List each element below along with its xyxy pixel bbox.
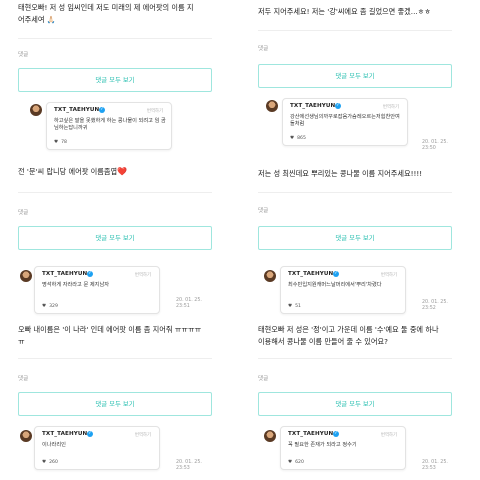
view-all-comments-button[interactable]: 댓글 모두 보기	[18, 226, 212, 250]
timestamp: 20. 01. 25. 23:51	[176, 298, 202, 309]
question-line: 어주세여 🙏🏻	[18, 15, 56, 24]
divider	[258, 358, 452, 359]
reply-bubble: TXT_TAEHYUN ✓ 번역하기 하고싶은 말을 못했하게 하는 콩나물이 …	[46, 102, 172, 150]
like-count[interactable]: ♥ 260	[42, 460, 58, 465]
verified-badge-icon: ✓	[99, 107, 105, 113]
heart-icon[interactable]: ♥	[42, 304, 46, 309]
divider	[18, 192, 212, 193]
timestamp: 20. 01. 25. 23:50	[422, 140, 448, 151]
timestamp: 20. 01. 25. 23:52	[422, 300, 448, 311]
translate-link[interactable]: 번역하기	[135, 272, 151, 278]
heart-icon[interactable]: ♥	[54, 140, 58, 145]
verified-badge-icon: ✓	[87, 431, 93, 437]
like-count[interactable]: ♥ 865	[290, 136, 306, 141]
like-count-value: 78	[61, 140, 67, 145]
like-count-value: 620	[295, 460, 304, 465]
question-line: ㅠ	[18, 337, 25, 346]
reply-bubble: TXT_TAEHYUN ✓ 번역하기 강산에선생님의까꾸로잡음가슴레오르는저힘찬…	[282, 98, 408, 146]
view-all-comments-button[interactable]: 댓글 모두 보기	[258, 64, 452, 88]
reply-text: 하고싶은 말을 못했하게 하는 콩나물이 되려고 임 곰님하는답니까귀	[54, 118, 166, 131]
comment-card-3: 전 '문'씨 랍니당 에어팟 이름좀엽❤️ 댓글 댓글 모두 보기 TXT_TA…	[0, 160, 240, 320]
avatar[interactable]	[264, 430, 276, 442]
like-count[interactable]: ♥ 620	[288, 460, 304, 465]
timestamp: 20. 01. 25. 23:53	[176, 460, 202, 471]
divider	[18, 358, 212, 359]
question-line: 오빠 내이름은 '이 나라' 인데 에어팟 이름 좀 지어줘 ㅠㅠㅠㅠ	[18, 325, 202, 334]
question-line: 저는 성 최씬데요 뿌리있는 콩나물 이름 지어주세요!!!!	[258, 169, 423, 178]
username[interactable]: TXT_TAEHYUN	[288, 431, 333, 437]
like-count[interactable]: ♥ 78	[54, 140, 67, 145]
reply-text: 명석하게 자라라고 문 제지남자	[42, 282, 109, 288]
translate-link[interactable]: 번역하기	[381, 432, 397, 438]
heart-emoji-icon: ❤️	[117, 167, 128, 176]
heart-icon[interactable]: ♥	[42, 460, 46, 465]
username[interactable]: TXT_TAEHYUN	[288, 271, 333, 277]
question-line: 태현오빠! 저 성 임씨인데 저도 미래의 제 에어팟의 이름 지	[18, 3, 194, 12]
divider	[258, 30, 452, 31]
like-count[interactable]: ♥ 51	[288, 304, 301, 309]
question-line: 이용해서 콩나물 이름 만들어 줄 수 있어요?	[258, 337, 388, 346]
divider	[18, 38, 212, 39]
translate-link[interactable]: 번역하기	[381, 272, 397, 278]
verified-badge-icon: ✓	[335, 103, 341, 109]
username[interactable]: TXT_TAEHYUN	[42, 431, 87, 437]
heart-icon[interactable]: ♥	[288, 304, 292, 309]
heart-icon[interactable]: ♥	[290, 136, 294, 141]
heart-icon[interactable]: ♥	[288, 460, 292, 465]
like-count-value: 260	[49, 460, 58, 465]
reply-text: 이나라리인	[42, 442, 66, 448]
avatar[interactable]	[20, 270, 32, 282]
comment-card-5: 오빠 내이름은 '이 나라' 인데 에어팟 이름 좀 지어줘 ㅠㅠㅠㅠ ㅠ 댓글…	[0, 320, 240, 480]
question-line: 저두 지어주세요! 저는 '강'씨에요 좀 길었으면 좋겠...ㅎㅎ	[258, 7, 431, 16]
timestamp: 20. 01. 25. 23:53	[422, 460, 448, 471]
reply-bubble: TXT_TAEHYUN ✓ 번역하기 명석하게 자라라고 문 제지남자 ♥ 329	[34, 266, 160, 314]
reply-text: 강산에선생님의까꾸로잡음가슴레오르는저힘찬안여돌처럼	[290, 114, 400, 127]
comment-card-2: 저두 지어주세요! 저는 '강'씨에요 좀 길었으면 좋겠...ㅎㅎ 댓글 댓글…	[240, 0, 480, 160]
question-text: 전 '문'씨 랍니당 에어팟 이름좀엽	[18, 167, 118, 176]
view-all-comments-button[interactable]: 댓글 모두 보기	[18, 392, 212, 416]
verified-badge-icon: ✓	[333, 271, 339, 277]
username[interactable]: TXT_TAEHYUN	[42, 271, 87, 277]
reply-text: 최수빈입지원캐머느날머리에서'뿌리'차렸다	[288, 282, 382, 288]
view-all-comments-button[interactable]: 댓글 모두 보기	[258, 226, 452, 250]
translate-link[interactable]: 번역하기	[147, 108, 163, 114]
like-count-value: 51	[295, 304, 301, 309]
comment-label: 댓글	[258, 376, 269, 382]
avatar[interactable]	[20, 430, 32, 442]
comment-label: 댓글	[18, 376, 29, 382]
username[interactable]: TXT_TAEHYUN	[54, 107, 99, 113]
comment-card-1: 태현오빠! 저 성 임씨인데 저도 미래의 제 에어팟의 이름 지 어주세여 🙏…	[0, 0, 240, 160]
comment-label: 댓글	[18, 210, 29, 216]
username[interactable]: TXT_TAEHYUN	[290, 103, 335, 109]
translate-link[interactable]: 번역하기	[135, 432, 151, 438]
view-all-comments-button[interactable]: 댓글 모두 보기	[18, 68, 212, 92]
like-count[interactable]: ♥ 329	[42, 304, 58, 309]
reply-bubble: TXT_TAEHYUN ✓ 번역하기 꼭 필요한 존재가 되라고 정수기 ♥ 62…	[280, 426, 406, 470]
comment-card-4: 저는 성 최씬데요 뿌리있는 콩나물 이름 지어주세요!!!! 댓글 댓글 모두…	[240, 160, 480, 320]
verified-badge-icon: ✓	[333, 431, 339, 437]
reply-text: 꼭 필요한 존재가 되라고 정수기	[288, 442, 357, 448]
view-all-comments-button[interactable]: 댓글 모두 보기	[258, 392, 452, 416]
like-count-value: 865	[297, 136, 306, 141]
avatar[interactable]	[30, 104, 42, 116]
reply-bubble: TXT_TAEHYUN ✓ 번역하기 최수빈입지원캐머느날머리에서'뿌리'차렸다…	[280, 266, 406, 314]
translate-link[interactable]: 번역하기	[383, 104, 399, 110]
like-count-value: 329	[49, 304, 58, 309]
divider	[258, 192, 452, 193]
comment-card-6: 태현오빠 저 성은 '정'이고 가운데 이름 '수'예요 둘 중에 하나 이용해…	[240, 320, 480, 480]
avatar[interactable]	[264, 270, 276, 282]
comment-label: 댓글	[18, 52, 29, 58]
question-line: 태현오빠 저 성은 '정'이고 가운데 이름 '수'예요 둘 중에 하나	[258, 325, 439, 334]
reply-bubble: TXT_TAEHYUN ✓ 번역하기 이나라리인 ♥ 260	[34, 426, 160, 470]
question-line: 전 '문'씨 랍니당 에어팟 이름좀엽❤️	[18, 166, 127, 178]
comment-label: 댓글	[258, 208, 269, 214]
avatar[interactable]	[266, 100, 278, 112]
verified-badge-icon: ✓	[87, 271, 93, 277]
comment-label: 댓글	[258, 46, 269, 52]
